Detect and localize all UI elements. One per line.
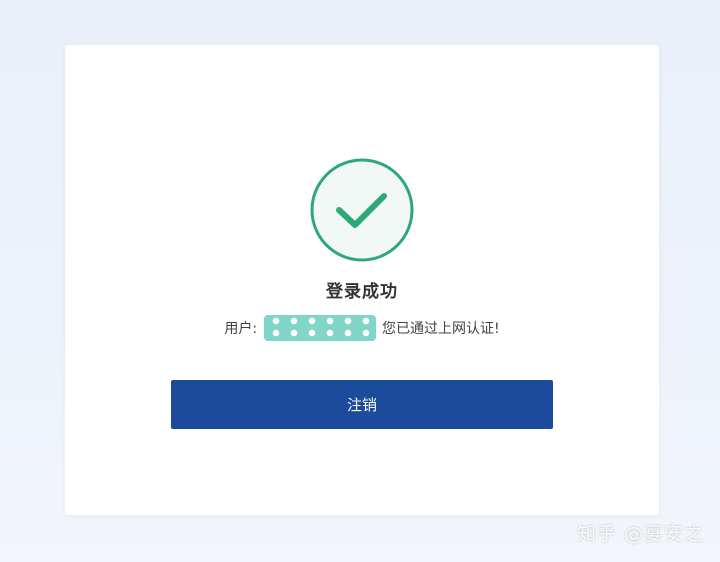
masked-username: [263, 315, 376, 341]
auth-message: 您已通过上网认证!: [382, 321, 500, 337]
user-label: 用户:: [224, 321, 258, 337]
user-status-line: 用户: 您已通过上网认证!: [65, 315, 659, 341]
result-card: 登录成功 用户: 您已通过上网认证! 注销: [65, 45, 659, 515]
logout-button[interactable]: 注销: [171, 380, 553, 429]
watermark: 知乎 @宴安之: [576, 523, 704, 545]
page-title: 登录成功: [326, 282, 398, 302]
check-circle-icon: [309, 157, 415, 263]
